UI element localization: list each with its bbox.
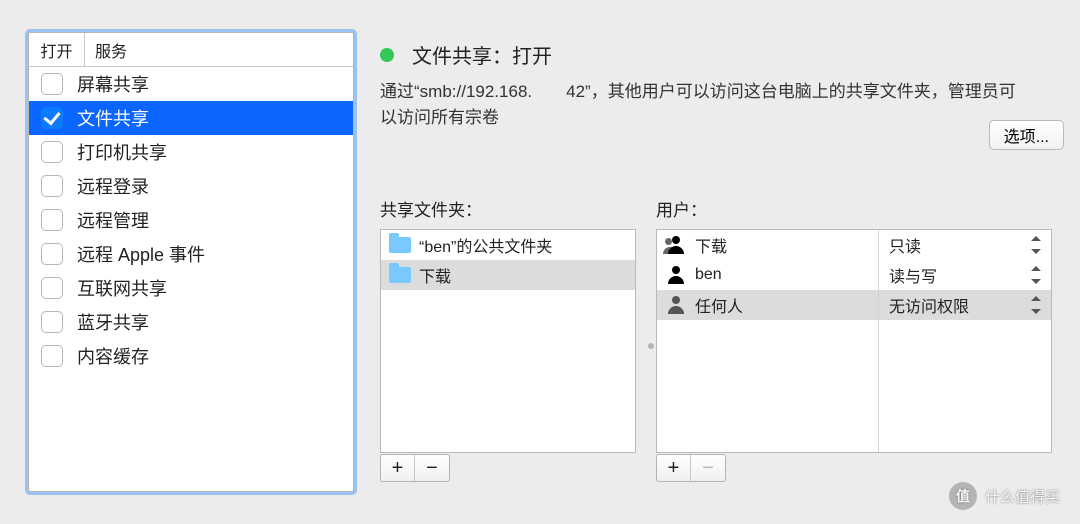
permission-cell[interactable]: 无访问权限 [879, 290, 1051, 320]
permission-stepper-icon[interactable] [1031, 266, 1043, 284]
service-checkbox[interactable] [41, 311, 63, 333]
services-header: 打开 服务 [29, 33, 353, 67]
user-name: ben [695, 266, 722, 284]
user-name: 下载 [695, 233, 727, 257]
add-user-button[interactable]: + [657, 455, 691, 481]
folders-label: 共享文件夹： [380, 196, 636, 221]
service-label: 远程登录 [77, 173, 149, 199]
service-checkbox[interactable] [41, 277, 63, 299]
permission-cell[interactable]: 只读 [879, 230, 1051, 260]
permission-value: 只读 [889, 233, 921, 257]
service-label: 远程 Apple 事件 [77, 241, 205, 267]
permission-stepper-icon[interactable] [1031, 236, 1043, 254]
watermark-badge-icon: 值 [949, 482, 977, 510]
folders-plus-minus: + − [380, 454, 450, 482]
status-title: 文件共享：打开 [412, 40, 552, 69]
service-checkbox[interactable] [41, 243, 63, 265]
folder-icon [389, 237, 411, 253]
service-row[interactable]: 远程管理 [29, 203, 353, 237]
service-checkbox[interactable] [41, 345, 63, 367]
service-checkbox[interactable] [41, 209, 63, 231]
service-row[interactable]: 内容缓存 [29, 339, 353, 373]
services-list: 屏幕共享文件共享打印机共享远程登录远程管理远程 Apple 事件互联网共享蓝牙共… [29, 67, 353, 373]
permission-value: 无访问权限 [889, 293, 969, 317]
service-checkbox[interactable] [41, 175, 63, 197]
watermark: 值 什么值得买 [949, 482, 1060, 510]
service-label: 文件共享 [77, 105, 149, 131]
service-row[interactable]: 屏幕共享 [29, 67, 353, 101]
folders-column: 共享文件夹： “ben”的公共文件夹下载 + − [380, 196, 636, 453]
remove-user-button: − [691, 455, 725, 481]
service-row[interactable]: 蓝牙共享 [29, 305, 353, 339]
users-column: 用户： 下载ben任何人 只读读与写无访问权限 + − [656, 196, 1052, 453]
user-row[interactable]: ben [657, 260, 878, 290]
col-on[interactable]: 打开 [29, 33, 85, 66]
service-label: 屏幕共享 [77, 71, 149, 97]
service-row[interactable]: 文件共享 [29, 101, 353, 135]
watermark-text: 什么值得买 [985, 486, 1060, 507]
folder-row[interactable]: “ben”的公共文件夹 [381, 230, 635, 260]
service-label: 远程管理 [77, 207, 149, 233]
folders-list[interactable]: “ben”的公共文件夹下载 [380, 229, 636, 453]
service-label: 互联网共享 [77, 275, 167, 301]
options-button[interactable]: 选项... [989, 120, 1064, 150]
col-name[interactable]: 服务 [85, 33, 353, 66]
user-icon [665, 266, 687, 284]
permission-value: 读与写 [889, 263, 937, 287]
add-folder-button[interactable]: + [381, 455, 415, 481]
users-label: 用户： [656, 196, 1052, 221]
service-label: 打印机共享 [77, 139, 167, 165]
service-checkbox[interactable] [41, 141, 63, 163]
service-checkbox[interactable] [41, 73, 63, 95]
services-panel: 打开 服务 屏幕共享文件共享打印机共享远程登录远程管理远程 Apple 事件互联… [28, 32, 354, 492]
user-name: 任何人 [695, 293, 743, 317]
service-row[interactable]: 远程 Apple 事件 [29, 237, 353, 271]
group-icon [665, 236, 687, 254]
folder-name: “ben”的公共文件夹 [419, 233, 552, 257]
status-description: 通过“smb://192.168. 42”，其他用户可以访问这台电脑上的共享文件… [380, 79, 1050, 130]
permission-cell[interactable]: 读与写 [879, 260, 1051, 290]
service-label: 蓝牙共享 [77, 309, 149, 335]
service-row[interactable]: 打印机共享 [29, 135, 353, 169]
status-dot-icon [380, 48, 394, 62]
service-row[interactable]: 互联网共享 [29, 271, 353, 305]
user-row[interactable]: 任何人 [657, 290, 878, 320]
users-plus-minus: + − [656, 454, 726, 482]
remove-folder-button[interactable]: − [415, 455, 449, 481]
folder-row[interactable]: 下载 [381, 260, 635, 290]
permission-stepper-icon[interactable] [1031, 296, 1043, 314]
status-title-row: 文件共享：打开 [380, 40, 1050, 69]
folder-name: 下载 [419, 263, 451, 287]
options-button-wrap: 选项... [989, 120, 1064, 150]
service-label: 内容缓存 [77, 343, 149, 369]
service-checkbox[interactable] [41, 107, 63, 129]
folder-icon [389, 267, 411, 283]
user-row[interactable]: 下载 [657, 230, 878, 260]
service-row[interactable]: 远程登录 [29, 169, 353, 203]
everyone-icon [665, 296, 687, 314]
column-resize-handle[interactable] [648, 326, 654, 366]
main-panel: 文件共享：打开 通过“smb://192.168. 42”，其他用户可以访问这台… [380, 40, 1050, 142]
users-list[interactable]: 下载 ben 任何人 只读读与写无访问权限 [656, 229, 1052, 453]
